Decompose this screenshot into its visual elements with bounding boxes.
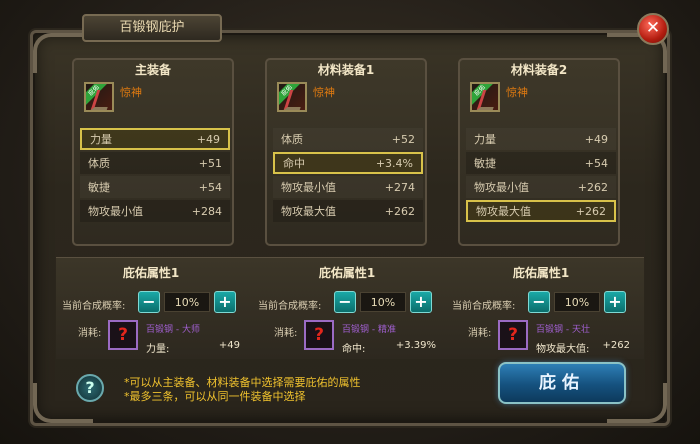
rate-decrease-button[interactable]: − bbox=[334, 291, 356, 313]
help-icon[interactable]: ? bbox=[76, 374, 104, 402]
blessing-title: 庇佑属性1 bbox=[122, 266, 180, 280]
bonus-name: 命中: bbox=[342, 344, 366, 355]
rate-increase-button[interactable]: + bbox=[604, 291, 626, 313]
bless-button[interactable]: 庇佑 bbox=[498, 362, 626, 404]
stat-value: +262 bbox=[577, 180, 608, 194]
stat-label: 体质 bbox=[281, 133, 303, 146]
rate-label: 当前合成概率: bbox=[258, 301, 322, 312]
blessing-slot-1: 庇佑属性1 当前合成概率: − 10% + 消耗: ? 百锻钢 - 大师 力量:… bbox=[56, 258, 246, 360]
blessing-attributes-area: 庇佑属性1 当前合成概率: − 10% + 消耗: ? 百锻钢 - 大师 力量:… bbox=[56, 257, 644, 359]
stat-row-agility[interactable]: 敏捷 +54 bbox=[466, 152, 616, 174]
material-name: 百锻钢 - 天壮 bbox=[536, 325, 590, 335]
stat-value: +49 bbox=[584, 132, 608, 146]
stat-row-min-attack[interactable]: 物攻最小值 +274 bbox=[273, 176, 423, 198]
bonus-value: +262 bbox=[602, 340, 630, 351]
stat-label: 体质 bbox=[88, 157, 110, 170]
rate-label: 当前合成概率: bbox=[452, 301, 516, 312]
material-name: 百锻钢 - 大师 bbox=[146, 325, 200, 335]
cost-label: 消耗: bbox=[78, 328, 102, 339]
bonus-value: +49 bbox=[218, 340, 240, 351]
stat-value: +52 bbox=[391, 132, 415, 146]
panel-title: 材料装备1 bbox=[317, 63, 375, 77]
unknown-material-icon[interactable]: ? bbox=[304, 320, 334, 350]
stat-label: 力量 bbox=[90, 133, 112, 146]
rate-value: 10% bbox=[164, 292, 210, 312]
stat-label: 物攻最大值 bbox=[476, 205, 531, 218]
stat-label: 命中 bbox=[283, 157, 305, 170]
rate-value: 10% bbox=[554, 292, 600, 312]
stat-value: +51 bbox=[198, 156, 222, 170]
bonus-name: 力量: bbox=[146, 344, 170, 355]
stat-row-agility[interactable]: 敏捷 +54 bbox=[80, 176, 230, 198]
stat-row-strength[interactable]: 力量 +49 bbox=[466, 128, 616, 150]
stat-label: 物攻最小值 bbox=[88, 205, 143, 218]
stat-row-constitution[interactable]: 体质 +52 bbox=[273, 128, 423, 150]
rate-value: 10% bbox=[360, 292, 406, 312]
stat-label: 敏捷 bbox=[88, 181, 110, 194]
blessing-slot-2: 庇佑属性1 当前合成概率: − 10% + 消耗: ? 百锻钢 - 精准 命中:… bbox=[252, 258, 442, 360]
close-icon[interactable]: ✕ bbox=[637, 13, 669, 45]
weapon-item-icon[interactable]: 庇佑 bbox=[470, 82, 500, 112]
stat-row-max-attack[interactable]: 物攻最大值 +262 bbox=[273, 200, 423, 222]
stat-label: 敏捷 bbox=[474, 157, 496, 170]
stat-value: +49 bbox=[196, 132, 220, 146]
rate-decrease-button[interactable]: − bbox=[138, 291, 160, 313]
blessing-window: 百锻钢庇护 ✕ 主装备 庇佑 惊神 力量 +49 体质 +51 敏捷 +54 物… bbox=[0, 0, 700, 444]
cost-label: 消耗: bbox=[468, 328, 492, 339]
unknown-material-icon[interactable]: ? bbox=[498, 320, 528, 350]
stat-row-min-attack[interactable]: 物攻最小值 +262 bbox=[466, 176, 616, 198]
weapon-item-icon[interactable]: 庇佑 bbox=[277, 82, 307, 112]
panel-title: 材料装备2 bbox=[510, 63, 568, 77]
panel-title: 主装备 bbox=[134, 63, 171, 77]
rate-increase-button[interactable]: + bbox=[410, 291, 432, 313]
stat-value: +262 bbox=[575, 204, 606, 218]
rate-label: 当前合成概率: bbox=[62, 301, 126, 312]
stat-label: 物攻最大值 bbox=[281, 205, 336, 218]
tip-line-2: *最多三条，可以从同一件装备中选择 bbox=[124, 390, 306, 403]
material-name: 百锻钢 - 精准 bbox=[342, 325, 396, 335]
blessing-title: 庇佑属性1 bbox=[318, 266, 376, 280]
stat-value: +274 bbox=[384, 180, 415, 194]
material-equipment-1-panel: 材料装备1 庇佑 惊神 体质 +52 命中 +3.4% 物攻最小值 +274 物… bbox=[265, 58, 427, 246]
stat-value: +54 bbox=[198, 180, 222, 194]
stat-label: 力量 bbox=[474, 133, 496, 146]
stat-value: +262 bbox=[384, 204, 415, 218]
bonus-value: +3.39% bbox=[395, 340, 436, 351]
stat-value: +284 bbox=[191, 204, 222, 218]
rate-decrease-button[interactable]: − bbox=[528, 291, 550, 313]
blessing-slot-3: 庇佑属性1 当前合成概率: − 10% + 消耗: ? 百锻钢 - 天壮 物攻最… bbox=[446, 258, 636, 360]
rate-increase-button[interactable]: + bbox=[214, 291, 236, 313]
stat-row-hit[interactable]: 命中 +3.4% bbox=[273, 152, 423, 174]
item-name: 惊神 bbox=[120, 86, 142, 99]
main-equipment-panel: 主装备 庇佑 惊神 力量 +49 体质 +51 敏捷 +54 物攻最小值 +28… bbox=[72, 58, 234, 246]
item-name: 惊神 bbox=[506, 86, 528, 99]
item-name: 惊神 bbox=[313, 86, 335, 99]
stat-value: +3.4% bbox=[375, 156, 413, 170]
blessing-title: 庇佑属性1 bbox=[512, 266, 570, 280]
stat-label: 物攻最小值 bbox=[474, 181, 529, 194]
unknown-material-icon[interactable]: ? bbox=[108, 320, 138, 350]
stat-row-constitution[interactable]: 体质 +51 bbox=[80, 152, 230, 174]
stat-value: +54 bbox=[584, 156, 608, 170]
stat-row-max-attack[interactable]: 物攻最大值 +262 bbox=[466, 200, 616, 222]
window-title: 百锻钢庇护 bbox=[82, 14, 222, 42]
bonus-name: 物攻最大值: bbox=[536, 344, 590, 355]
stat-row-min-attack[interactable]: 物攻最小值 +284 bbox=[80, 200, 230, 222]
stat-row-strength[interactable]: 力量 +49 bbox=[80, 128, 230, 150]
cost-label: 消耗: bbox=[274, 328, 298, 339]
stat-label: 物攻最小值 bbox=[281, 181, 336, 194]
weapon-item-icon[interactable]: 庇佑 bbox=[84, 82, 114, 112]
material-equipment-2-panel: 材料装备2 庇佑 惊神 力量 +49 敏捷 +54 物攻最小值 +262 物攻最… bbox=[458, 58, 620, 246]
